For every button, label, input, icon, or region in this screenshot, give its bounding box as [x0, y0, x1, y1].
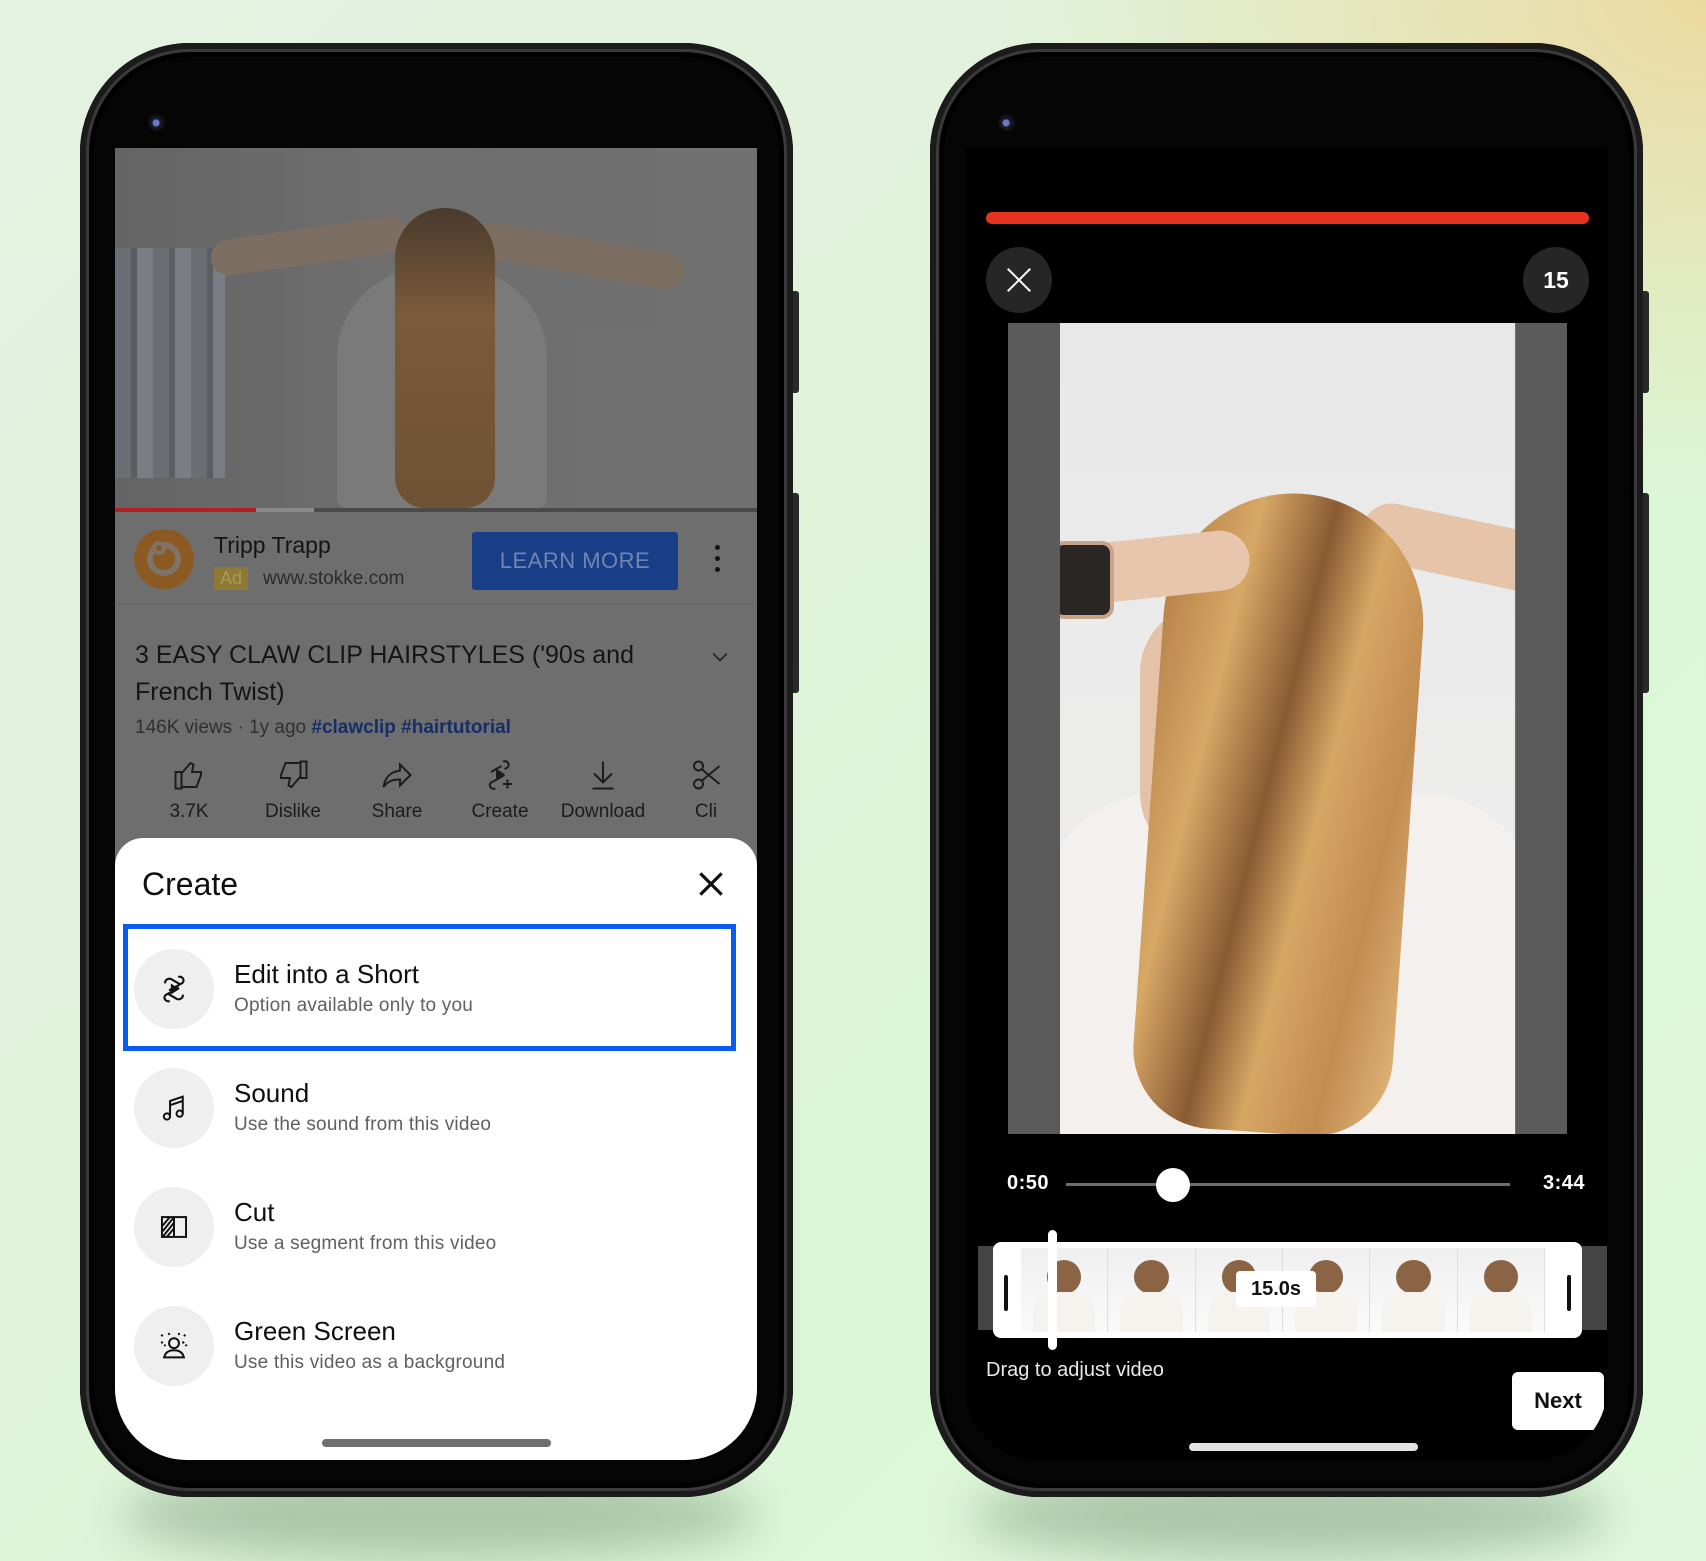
filmstrip[interactable]: 15.0s [965, 1230, 1607, 1350]
end-time: 3:44 [1543, 1172, 1586, 1194]
close-icon[interactable] [695, 868, 727, 900]
share-icon [382, 762, 412, 788]
cut-icon [160, 1216, 188, 1238]
menu-item-sound[interactable]: Sound Use the sound from this video [115, 1052, 757, 1162]
like-button[interactable]: 3.7K [134, 757, 244, 823]
thumbs-down-icon [280, 760, 308, 789]
left-phone: Tripp Trapp Ad www.stokke.com LEARN MORE… [80, 43, 799, 1497]
ad-url[interactable]: www.stokke.com [263, 568, 404, 590]
home-indicator[interactable] [1189, 1443, 1418, 1451]
share-button[interactable]: Share [342, 757, 452, 823]
video-thumbnail [115, 248, 225, 478]
clip-button[interactable]: Cli [651, 757, 757, 823]
advertiser-logo [134, 529, 194, 589]
music-note-icon [162, 1095, 184, 1121]
close-button[interactable] [986, 247, 1052, 313]
selected-frame [1060, 323, 1516, 1134]
close-icon [1007, 268, 1031, 292]
shorts-editor-screen: 15 0:50 3:44 15.0s Drag to adjust video … [965, 148, 1607, 1460]
download-icon [592, 761, 614, 790]
kebab-menu-icon[interactable] [715, 545, 721, 573]
video-preview[interactable] [1008, 323, 1567, 1134]
scrubber-knob[interactable] [1155, 1168, 1190, 1202]
sheet-title: Create [142, 866, 239, 902]
hashtag[interactable]: #clawclip [311, 717, 396, 738]
video-meta: 146K views · 1y ago #clawclip #hairtutor… [135, 717, 511, 739]
side-button [793, 493, 799, 693]
highlight-box [123, 924, 736, 1051]
video-player[interactable] [115, 148, 757, 508]
thumbs-up-icon [174, 761, 202, 790]
side-button [1643, 493, 1649, 693]
create-button[interactable]: Create [445, 757, 555, 823]
duration-badge[interactable]: 15 [1523, 247, 1589, 313]
youtube-watch-screen: Tripp Trapp Ad www.stokke.com LEARN MORE… [115, 148, 757, 1460]
hashtag[interactable]: #hairtutorial [401, 717, 511, 738]
trim-handle-left[interactable] [1004, 1275, 1008, 1311]
start-time: 0:50 [1007, 1172, 1050, 1194]
download-button[interactable]: Download [548, 757, 658, 823]
clip-icon [693, 760, 721, 790]
action-bar: 3.7K Dislike Share Create Download Cli [115, 757, 757, 847]
dislike-button[interactable]: Dislike [238, 757, 348, 823]
green-screen-icon [160, 1332, 188, 1359]
trim-handle-right[interactable] [1567, 1275, 1571, 1311]
hint-text: Drag to adjust video [986, 1359, 1164, 1381]
playhead[interactable] [1048, 1230, 1057, 1350]
menu-item-green-screen[interactable]: Green Screen Use this video as a backgro… [115, 1290, 757, 1400]
ad-row[interactable]: Tripp Trapp Ad www.stokke.com LEARN MORE [115, 512, 757, 604]
video-title[interactable]: 3 EASY CLAW CLIP HAIRSTYLES ('90s and Fr… [135, 637, 695, 711]
view-count: 146K views · 1y ago [135, 717, 307, 738]
advertiser-name: Tripp Trapp [214, 532, 331, 558]
front-camera [998, 113, 1016, 131]
scrubber-track[interactable] [1066, 1183, 1510, 1186]
chevron-down-icon[interactable] [712, 646, 728, 662]
learn-more-button[interactable]: LEARN MORE [472, 532, 678, 590]
menu-item-cut[interactable]: Cut Use a segment from this video [115, 1171, 757, 1281]
ad-badge: Ad [214, 567, 249, 590]
front-camera [148, 113, 166, 131]
right-phone: 15 0:50 3:44 15.0s Drag to adjust video … [930, 43, 1649, 1497]
segment-duration: 15.0s [1236, 1271, 1316, 1307]
next-button[interactable]: Next [1512, 1372, 1604, 1430]
create-bottom-sheet: Create Edit into a Short Option availabl… [115, 838, 757, 1460]
side-button [793, 291, 799, 393]
home-indicator[interactable] [322, 1439, 551, 1447]
create-icon [488, 760, 512, 790]
side-button [1643, 291, 1649, 393]
recording-progress-bar [986, 212, 1589, 224]
